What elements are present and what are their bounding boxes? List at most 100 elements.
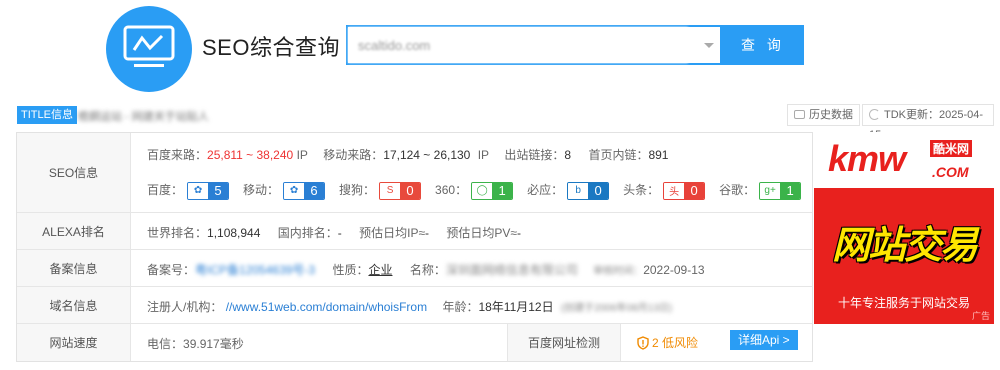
risk-indicator[interactable]: 2 低风险	[637, 324, 698, 361]
search-input[interactable]	[348, 27, 688, 63]
daily-ip-value: -	[425, 226, 430, 240]
bing-icon: b	[568, 182, 589, 199]
row-label: 备案信息	[17, 250, 131, 286]
ad-brand: kmw	[828, 138, 906, 179]
ad-banner[interactable]: kmw 酷米网 .COM 网站交易 十年专注服务于网站交易 广告	[814, 132, 994, 324]
nature-value[interactable]: 企业	[368, 263, 392, 277]
engine-name: 谷歌：	[719, 183, 756, 197]
engine-weight-badge[interactable]: b0	[567, 181, 610, 200]
speed-row: 网站速度 电信：39.917毫秒 百度网址检测 2 低风险 详细Api >	[17, 324, 812, 361]
engine-weight-badge[interactable]: ◯ 1	[471, 181, 514, 200]
nature-key: 性质：	[332, 263, 369, 277]
icp-row: 备案信息 备案号：粤ICP备12054639号-3 性质：企业 名称：深圳面网络…	[17, 250, 812, 287]
inlinks-key: 首页内链：	[588, 148, 649, 162]
age-key: 年龄：	[442, 300, 479, 314]
shield-icon	[637, 335, 649, 350]
engine-weight-value: 1	[780, 182, 801, 199]
tdk-update-button[interactable]: TDK更新：2025-04-15	[862, 104, 994, 141]
registrant-link[interactable]: //www.51web.com/domain/whoisFrom	[226, 300, 427, 314]
traffic-line: 百度来路：25,811 ~ 38,240 IP 移动来路：17,124 ~ 26…	[147, 146, 682, 163]
google-icon: g+	[760, 182, 781, 199]
search-button[interactable]: 查 询	[722, 25, 804, 65]
engine-weight-badge[interactable]: ✿ 6	[283, 181, 326, 200]
ad-headline: 网站交易	[831, 225, 978, 267]
ip-unit: IP	[296, 148, 308, 162]
engine-name: 360：	[435, 183, 468, 197]
company-name-key: 名称：	[409, 263, 446, 277]
mobile-paw-icon: ✿	[284, 182, 305, 199]
registrant-key: 注册人/机构：	[147, 300, 223, 314]
company-name-value: 深圳面网络信息有限公司	[445, 263, 578, 277]
detail-api-button[interactable]: 详细Api >	[730, 330, 798, 350]
baidu-traffic-value[interactable]: 25,811 ~ 38,240	[207, 148, 293, 162]
icp-number-link[interactable]: 粤ICP备12054639号-3	[195, 263, 315, 277]
toutiao-icon: 头	[664, 182, 685, 199]
chevron-down-icon[interactable]	[704, 43, 714, 48]
engine-weight-badge[interactable]: ✿ 5	[187, 181, 230, 200]
telecom-key: 电信：	[147, 337, 184, 351]
monitor-chart-icon	[123, 25, 175, 67]
ip-unit: IP	[477, 148, 490, 162]
world-rank-key: 世界排名：	[147, 226, 208, 240]
search-box[interactable]	[346, 25, 722, 65]
ad-dotcom: .COM	[932, 164, 969, 180]
icp-line: 备案号：粤ICP备12054639号-3 性质：企业 名称：深圳面网络信息有限公…	[147, 261, 705, 278]
engine-name: 移动：	[243, 183, 280, 197]
engine-weight-badge[interactable]: g+ 1	[759, 181, 802, 200]
logo[interactable]	[106, 6, 192, 92]
sogou-icon: S	[380, 182, 401, 199]
domestic-rank-value: -	[337, 226, 342, 240]
ad-tag: 广告	[971, 311, 990, 321]
creation-date-note: (创建于2006年08月13日)	[560, 303, 673, 314]
telecom-value: 39.917毫秒	[183, 337, 244, 351]
registrant-link-text: //www.51web.com/domain/whoisFrom	[225, 300, 428, 314]
layers-icon	[794, 110, 805, 119]
engine-weight-value: 0	[588, 182, 609, 199]
engine-name: 头条：	[623, 183, 660, 197]
audit-date-value: 2022-09-13	[643, 263, 705, 277]
speed-line: 电信：39.917毫秒	[147, 335, 244, 352]
360-icon: ◯	[472, 182, 493, 199]
engine-name: 百度：	[147, 183, 184, 197]
icp-number-key: 备案号：	[147, 263, 196, 277]
page-title: SEO综合查询	[202, 35, 340, 60]
engine-name: 搜狗：	[339, 183, 376, 197]
engine-weight-badge[interactable]: S0	[379, 181, 422, 200]
engine-weight-value: 0	[684, 182, 705, 199]
engine-weight-value: 5	[208, 182, 229, 199]
row-label: ALEXA排名	[17, 213, 131, 249]
baidu-paw-icon: ✿	[188, 182, 209, 199]
daily-pv-key: 预估日均PV≈	[446, 226, 517, 240]
site-title-text: 檐鋼运站 - 网建关于站贴人	[78, 111, 209, 123]
world-rank-value: 1,108,944	[207, 226, 261, 240]
mobile-traffic-value[interactable]: 17,124 ~ 26,130	[383, 148, 470, 162]
engine-weight-value: 0	[400, 182, 421, 199]
domestic-rank-key: 国内排名：	[277, 226, 338, 240]
baidu-check-label: 百度网址检测	[507, 324, 621, 361]
seo-info-table: SEO信息 百度来路：25,811 ~ 38,240 IP 移动来路：17,12…	[16, 132, 813, 362]
inlinks-value[interactable]: 891	[648, 148, 668, 162]
domain-row: 域名信息 注册人/机构： //www.51web.com/domain/whoi…	[17, 287, 812, 324]
refresh-icon	[869, 109, 880, 120]
mobile-traffic-key: 移动来路：	[323, 148, 384, 162]
daily-ip-key: 预估日均IP≈	[359, 226, 426, 240]
risk-level: 2 低风险	[652, 336, 699, 350]
outlinks-value[interactable]: 8	[564, 148, 571, 162]
alexa-row: ALEXA排名 世界排名：1,108,944 国内排名：- 预估日均IP≈- 预…	[17, 213, 812, 250]
engine-weights-line: 百度： ✿ 5 移动： ✿ 6 搜狗： S 0 360： ◯ 1 必应： b 0 头条：头 0 谷歌： g+ 1	[147, 181, 815, 200]
row-label: 域名信息	[17, 287, 131, 323]
ad-slogan: 十年专注服务于网站交易	[837, 296, 970, 310]
seo-row: SEO信息 百度来路：25,811 ~ 38,240 IP 移动来路：17,12…	[17, 133, 812, 213]
daily-pv-value: -	[517, 226, 521, 240]
title-badge: TITLE信息	[17, 106, 77, 124]
age-value: 18年11月12日	[478, 300, 554, 314]
engine-weight-badge[interactable]: 头0	[663, 181, 706, 200]
engine-name: 必应：	[527, 183, 564, 197]
domain-line: 注册人/机构： //www.51web.com/domain/whoisFrom…	[147, 298, 672, 315]
alexa-line: 世界排名：1,108,944 国内排名：- 预估日均IP≈- 预估日均PV≈-	[147, 224, 535, 241]
baidu-traffic-key: 百度来路：	[147, 148, 208, 162]
history-data-button[interactable]: 历史数据	[787, 104, 860, 126]
row-label: 网站速度	[17, 324, 131, 361]
engine-weight-value: 1	[492, 182, 513, 199]
history-label: 历史数据	[809, 109, 853, 121]
